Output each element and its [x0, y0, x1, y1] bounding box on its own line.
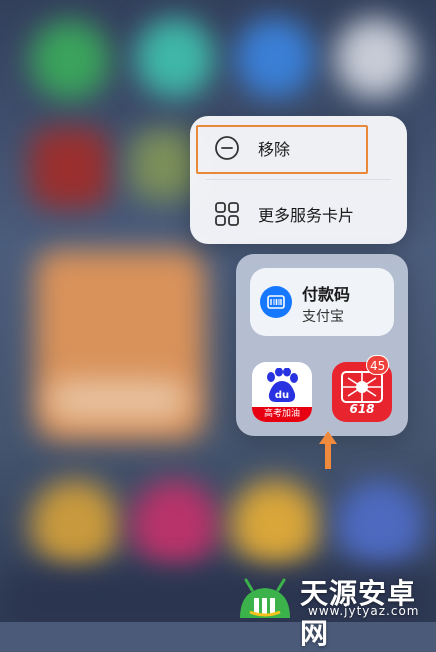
menu-divider	[206, 179, 391, 180]
arrow-up-icon	[319, 431, 337, 469]
remove-highlight-box	[196, 125, 368, 174]
context-menu: 移除 更多服务卡片	[190, 116, 407, 244]
baidu-badge-text: 高考加油	[252, 407, 312, 422]
service-widget[interactable]: 付款码 支付宝 du 高考加油 618 45	[236, 254, 408, 436]
payment-app-name: 支付宝	[302, 309, 344, 325]
pinduoduo-label: 618	[349, 402, 375, 416]
baidu-paw-logo: du	[267, 368, 298, 402]
more-service-cards-label: 更多服务卡片	[258, 206, 355, 225]
watermark-url: www.jytyaz.com	[308, 604, 420, 618]
android-logo-icon	[240, 578, 290, 618]
grid-icon	[215, 202, 239, 226]
more-service-cards-menu-item[interactable]: 更多服务卡片	[190, 184, 407, 244]
remove-menu-item[interactable]: 移除	[190, 118, 407, 178]
barcode-icon	[260, 286, 292, 318]
payment-code-title: 付款码	[302, 285, 351, 304]
notification-badge: 45	[366, 355, 390, 375]
payment-code-card[interactable]: 付款码 支付宝	[250, 268, 394, 336]
baidu-logo-text: du	[275, 390, 289, 401]
baidu-app-icon[interactable]: du 高考加油	[252, 362, 312, 422]
